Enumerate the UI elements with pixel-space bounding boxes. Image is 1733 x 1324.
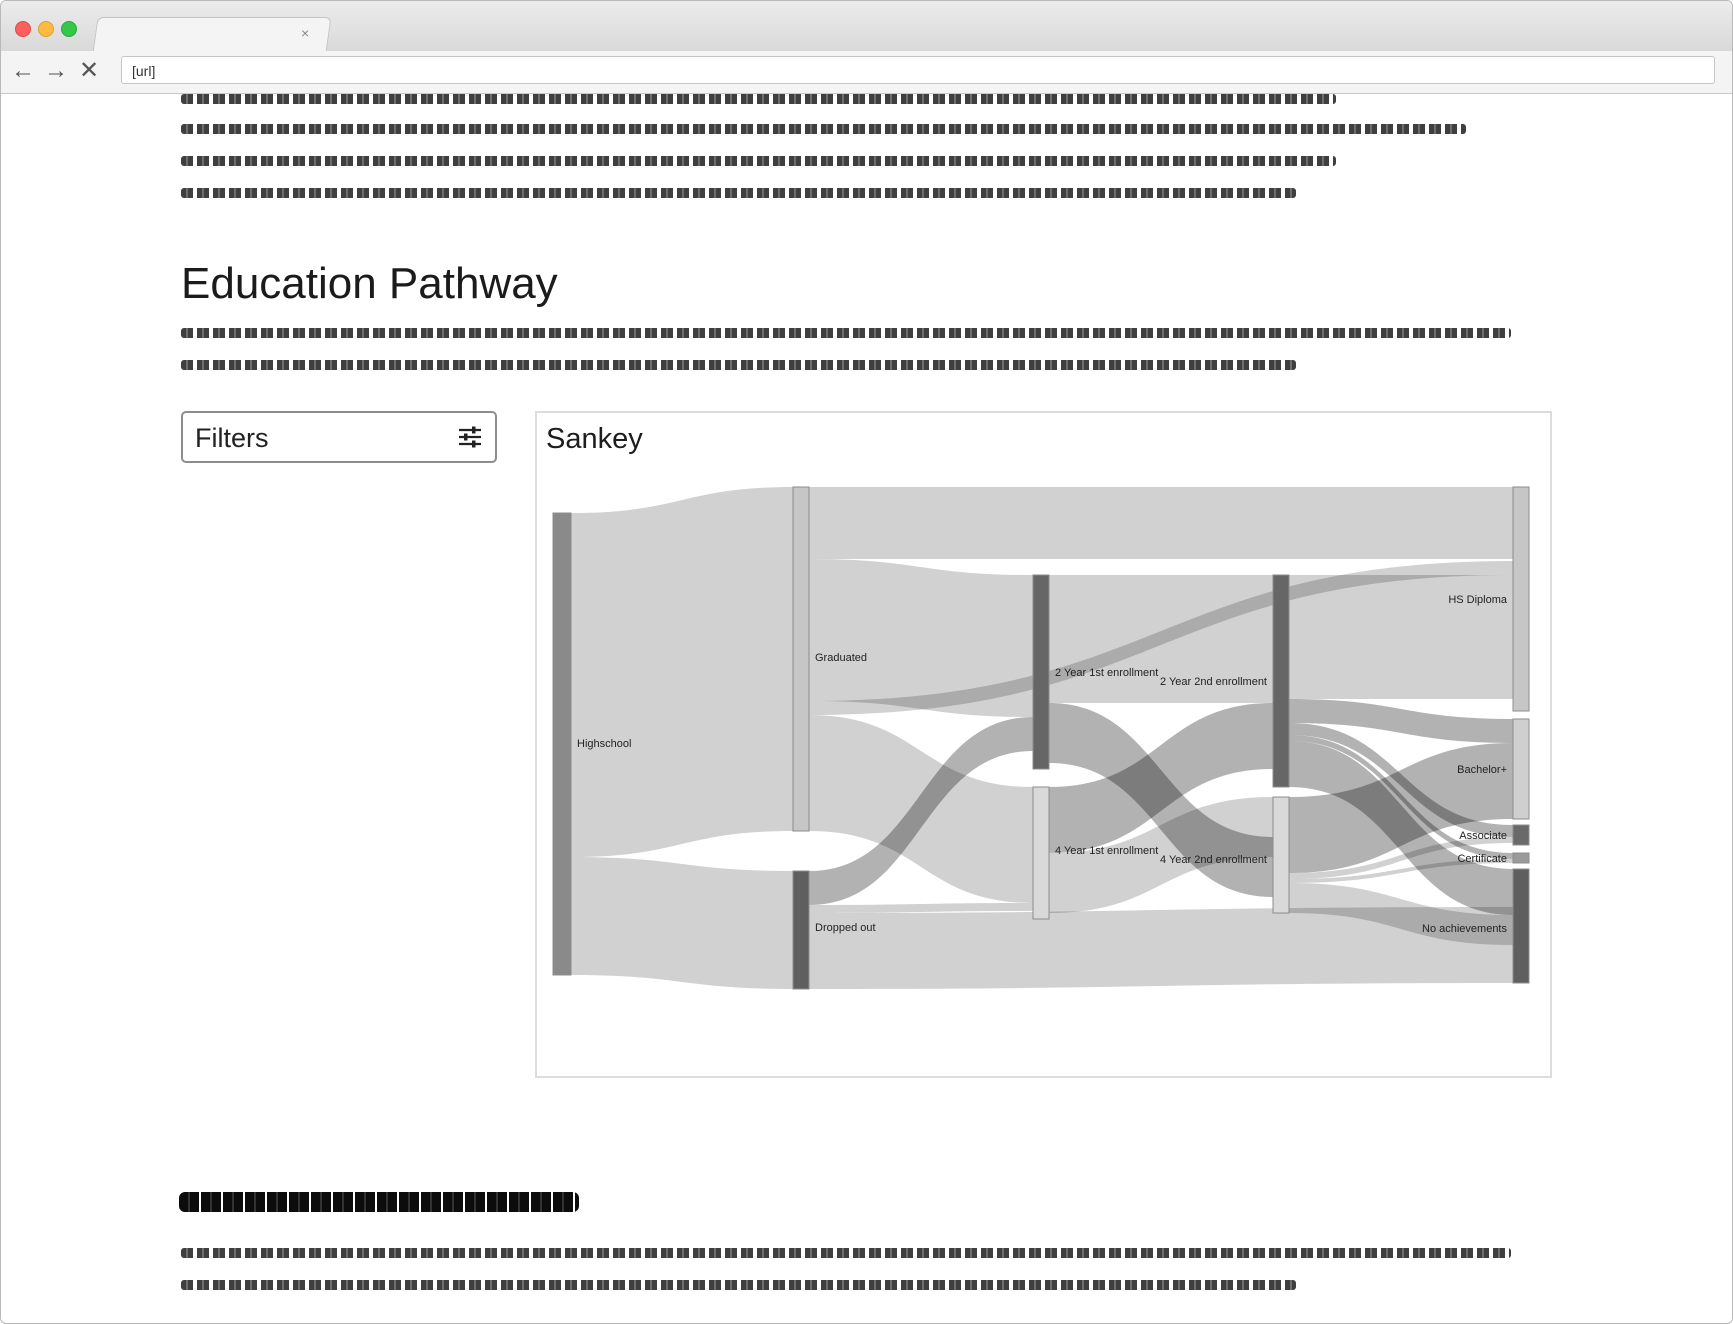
sankey-label-none: No achievements	[1422, 923, 1507, 935]
placeholder-text-line	[181, 1280, 1296, 1290]
placeholder-text-line	[181, 1248, 1511, 1258]
forward-arrow-icon[interactable]: →	[44, 57, 68, 85]
placeholder-text-line	[181, 328, 1511, 338]
sankey-label-hs: HS Diploma	[1448, 594, 1508, 606]
sankey-link-highschool-to-dropped[interactable]	[571, 857, 793, 989]
sankey-node-dropped[interactable]	[792, 870, 810, 990]
sankey-node-bach[interactable]	[1512, 718, 1530, 820]
sankey-node-y4first[interactable]	[1032, 786, 1050, 920]
sankey-label-dropped: Dropped out	[815, 922, 876, 934]
url-bar[interactable]: [url]	[121, 56, 1715, 84]
sankey-label-cert: Certificate	[1457, 853, 1507, 865]
browser-tab[interactable]	[92, 17, 332, 53]
section-heading-placeholder	[179, 1192, 579, 1212]
tab-close-icon[interactable]: ×	[301, 25, 309, 41]
placeholder-text-line	[181, 124, 1466, 134]
sankey-node-assoc[interactable]	[1512, 824, 1530, 846]
zoom-window-button[interactable]	[61, 21, 77, 37]
sankey-node-hs[interactable]	[1512, 486, 1530, 712]
sankey-node-y2second[interactable]	[1272, 574, 1290, 788]
sankey-node-none[interactable]	[1512, 868, 1530, 984]
sankey-label-y4first: 4 Year 1st enrollment	[1055, 845, 1158, 857]
page-content: Education Pathway Filters Sankey Highsch…	[1, 94, 1732, 1323]
filters-button[interactable]: Filters	[181, 411, 497, 463]
sankey-node-graduated[interactable]	[792, 486, 810, 832]
sankey-label-y4second: 4 Year 2nd enrollment	[1160, 854, 1267, 866]
placeholder-text-line	[181, 156, 1336, 166]
sankey-link-graduated-to-hs[interactable]	[809, 487, 1513, 559]
sankey-card: Sankey Highschool Graduated Dropped out 2 Y…	[535, 411, 1552, 1078]
back-arrow-icon[interactable]: ←	[11, 57, 35, 85]
sankey-label-highschool: Highschool	[577, 738, 631, 750]
placeholder-text-line	[181, 94, 1336, 104]
sankey-node-cert[interactable]	[1512, 852, 1530, 864]
sankey-label-y2second: 2 Year 2nd enrollment	[1160, 676, 1267, 688]
sankey-link-highschool-to-graduated[interactable]	[571, 487, 793, 857]
sankey-label-graduated: Graduated	[815, 652, 867, 664]
placeholder-text-line	[181, 188, 1296, 198]
sankey-node-y4second[interactable]	[1272, 796, 1290, 914]
page-title: Education Pathway	[181, 259, 558, 308]
close-window-button[interactable]	[15, 21, 31, 37]
sankey-label-bach: Bachelor+	[1457, 764, 1507, 776]
sankey-link-dropped-to-y4first[interactable]	[809, 903, 1033, 913]
sankey-label-y2first: 2 Year 1st enrollment	[1055, 667, 1158, 679]
sliders-icon	[459, 426, 481, 448]
title-bar: ×	[1, 1, 1732, 53]
sankey-diagram: Highschool Graduated Dropped out 2 Year 1st…	[552, 486, 1530, 990]
browser-toolbar: ← → ✕ [url]	[1, 51, 1732, 94]
filters-label: Filters	[195, 423, 269, 453]
stop-icon[interactable]: ✕	[79, 57, 99, 85]
sankey-node-highschool[interactable]	[552, 512, 572, 976]
sankey-node-y2first[interactable]	[1032, 574, 1050, 770]
placeholder-text-line	[181, 360, 1296, 370]
sankey-label-assoc: Associate	[1459, 830, 1507, 842]
browser-window: × ← → ✕ [url] Education Pathway Filters	[0, 0, 1733, 1324]
minimize-window-button[interactable]	[38, 21, 54, 37]
